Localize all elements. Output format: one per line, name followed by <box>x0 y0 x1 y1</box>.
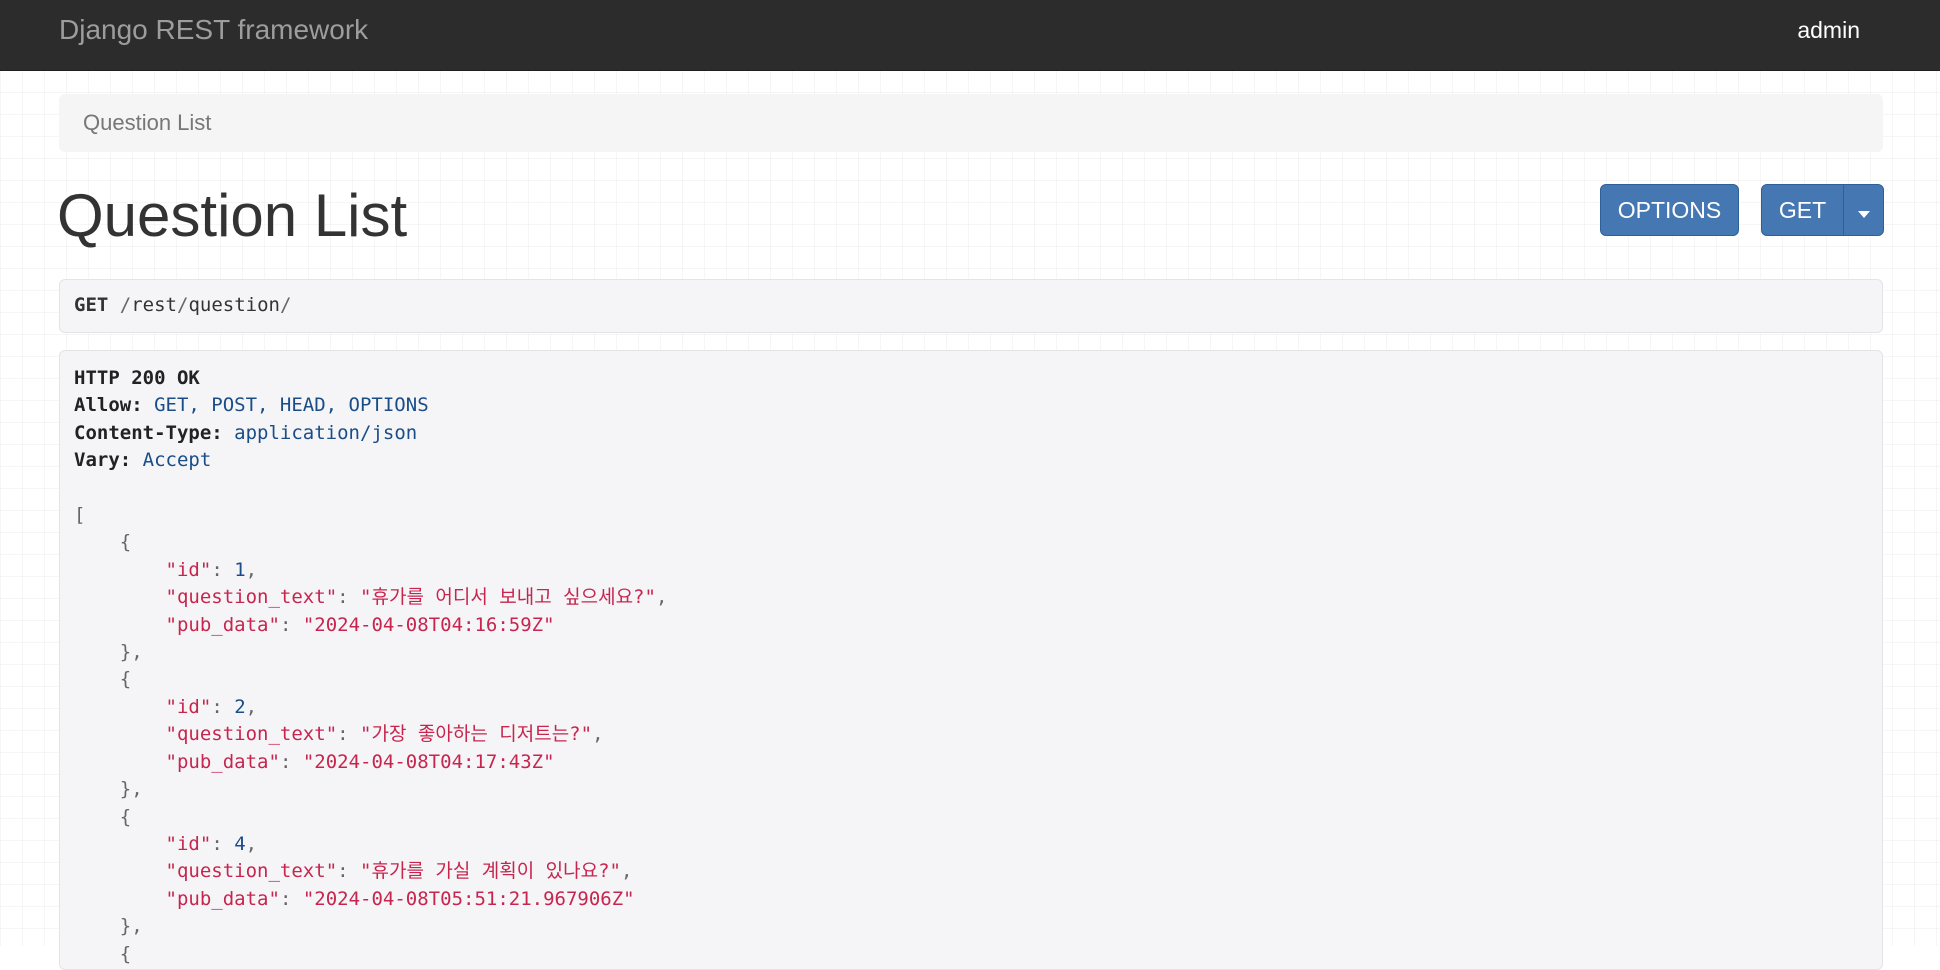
json-key: question_text <box>176 723 326 746</box>
json-value-pub-data: 2024-04-08T04:16:59Z <box>314 613 544 636</box>
json-key: id <box>176 558 200 581</box>
json-value-pub-data: 2024-04-08T05:51:21.967906Z <box>314 887 624 910</box>
request-info: GET /rest/question/ <box>59 279 1883 333</box>
json-key: question_text <box>176 586 326 609</box>
json-value-id: 2 <box>234 695 246 718</box>
json-value-question-text: 가장 좋아하는 디저트는? <box>371 723 581 746</box>
options-button[interactable]: OPTIONS <box>1600 184 1739 236</box>
json-value-id: 4 <box>234 832 246 855</box>
header-name: Allow: <box>74 394 143 417</box>
json-key: pub_data <box>176 887 269 910</box>
header-value: application/json <box>234 421 418 444</box>
get-button[interactable]: GET <box>1761 184 1844 236</box>
json-value-question-text: 휴가를 어디서 보내고 싶으세요? <box>371 586 645 609</box>
header-name: Content-Type: <box>74 421 223 444</box>
get-format-dropdown-toggle[interactable] <box>1843 184 1884 236</box>
json-value-id: 1 <box>234 558 246 581</box>
response-status: HTTP 200 OK <box>74 367 200 389</box>
json-key: pub_data <box>176 613 269 636</box>
page-title: Question List <box>57 182 408 249</box>
json-value-question-text: 휴가를 가실 계획이 있나요? <box>371 860 610 883</box>
json-key: id <box>176 695 200 718</box>
request-path-segment: rest <box>131 294 177 316</box>
json-key: question_text <box>176 860 326 883</box>
json-key: id <box>176 832 200 855</box>
user-menu[interactable]: admin <box>1797 16 1860 44</box>
header-name: Vary: <box>74 449 132 472</box>
header-value: Accept <box>142 449 212 472</box>
brand-link[interactable]: Django REST framework <box>59 14 368 46</box>
response-info: HTTP 200 OK Allow: GET, POST, HEAD, OPTI… <box>59 350 1883 970</box>
breadcrumb-item-question-list[interactable]: Question List <box>83 110 211 136</box>
json-key: pub_data <box>176 750 269 773</box>
navbar: Django REST framework admin <box>0 0 1940 71</box>
header-value: GET, POST, HEAD, OPTIONS <box>154 394 429 417</box>
breadcrumb: Question List <box>59 94 1883 152</box>
request-path-segment: question <box>188 294 280 316</box>
json-value-pub-data: 2024-04-08T04:17:43Z <box>314 750 544 773</box>
request-method: GET <box>74 294 109 316</box>
caret-down-icon <box>1857 210 1870 218</box>
